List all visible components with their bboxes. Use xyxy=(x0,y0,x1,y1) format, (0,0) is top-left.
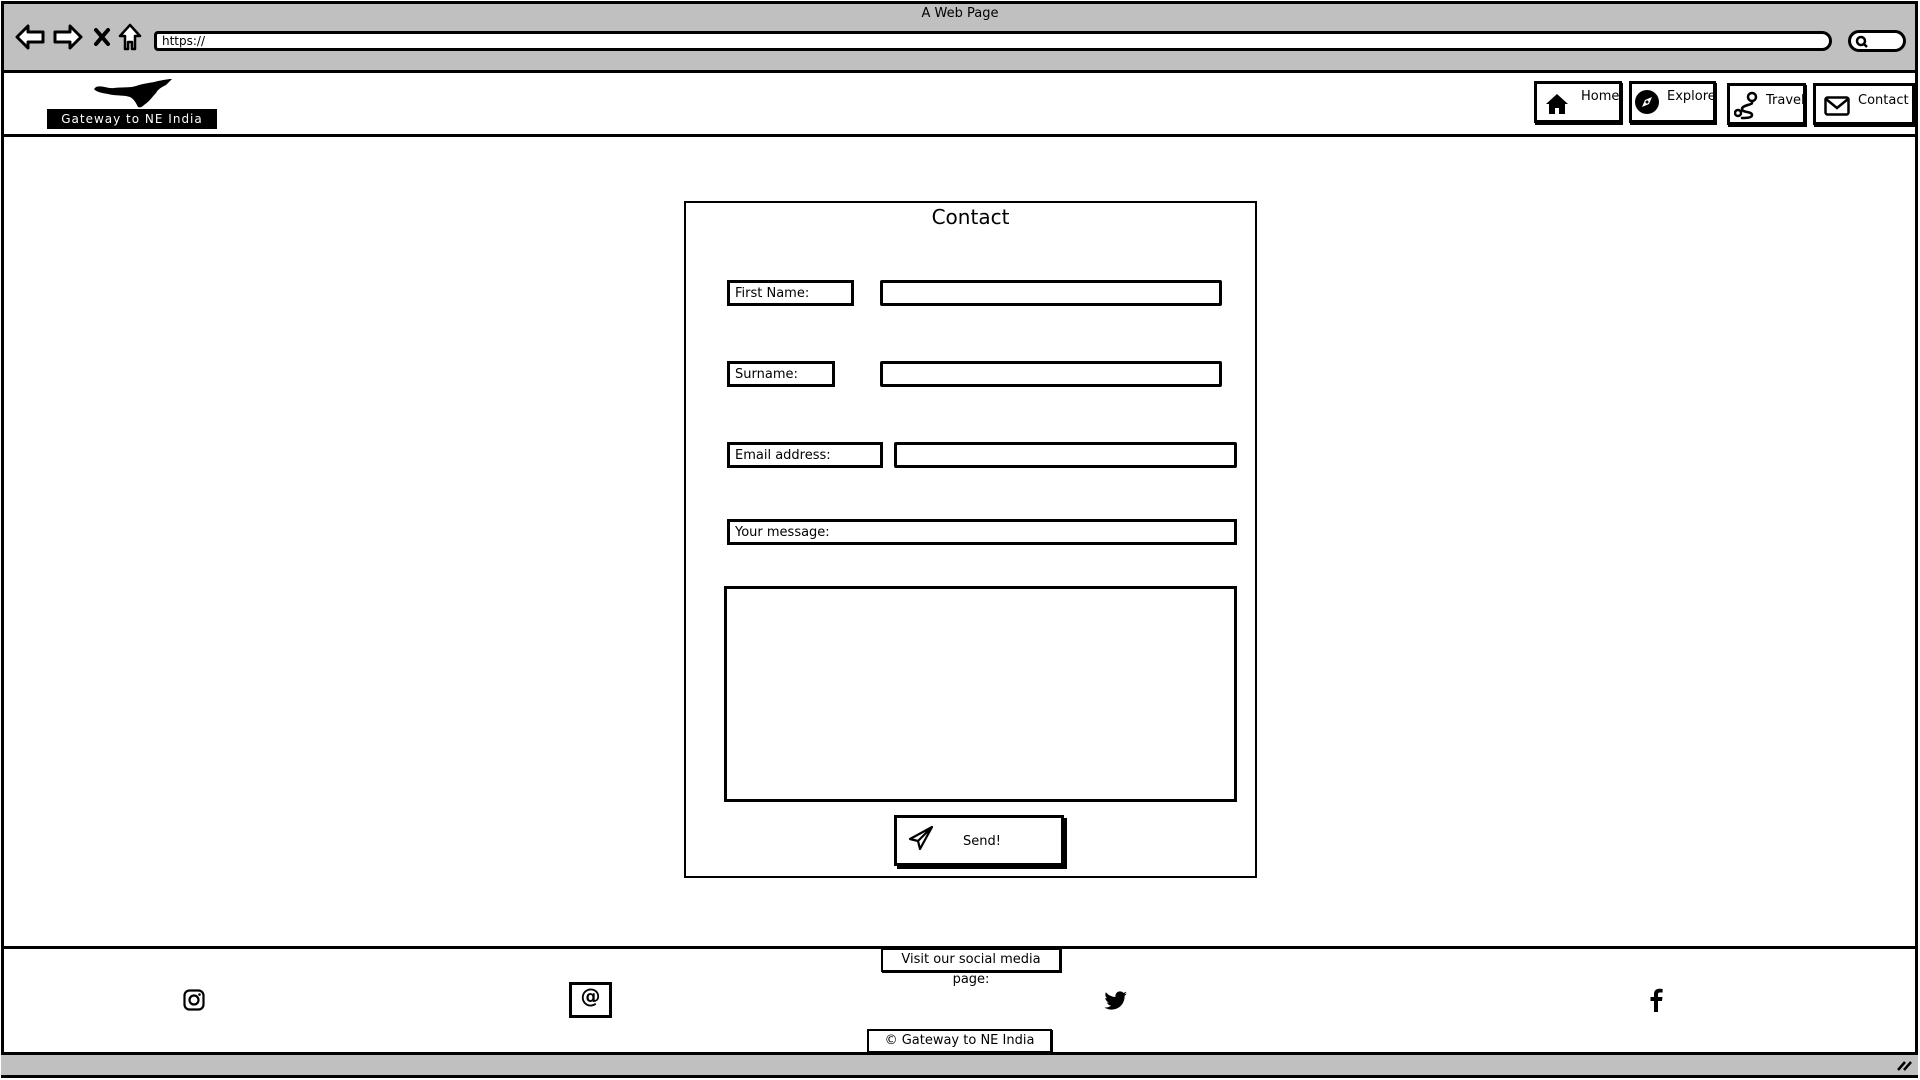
facebook-link[interactable] xyxy=(1648,988,1664,1016)
browser-search-button[interactable] xyxy=(1848,30,1906,52)
stop-icon xyxy=(94,28,110,46)
window-title: A Web Page xyxy=(921,6,999,21)
home-icon xyxy=(1546,94,1568,114)
back-button[interactable] xyxy=(14,22,46,52)
send-button[interactable]: Send! xyxy=(894,815,1064,866)
message-textarea[interactable] xyxy=(724,586,1237,802)
instagram-icon xyxy=(183,989,205,1011)
header-divider xyxy=(1,134,1918,137)
facebook-icon xyxy=(1650,988,1663,1012)
paper-plane-icon xyxy=(908,825,934,851)
compass-icon xyxy=(1635,90,1659,114)
search-icon xyxy=(1855,35,1868,48)
surname-label: Surname: xyxy=(727,361,835,387)
first-name-label: First Name: xyxy=(727,280,854,306)
nav-travel[interactable]: Travel xyxy=(1727,83,1806,125)
nav-contact[interactable]: Contact xyxy=(1813,83,1915,125)
send-label: Send! xyxy=(963,834,1001,849)
message-label: Your message: xyxy=(727,519,1237,545)
twitter-link[interactable] xyxy=(1104,990,1128,1016)
route-icon xyxy=(1734,91,1758,120)
stop-button[interactable] xyxy=(91,22,113,52)
envelope-icon xyxy=(1824,96,1850,116)
home-icon xyxy=(118,23,142,51)
back-arrow-icon xyxy=(15,24,45,50)
email-link[interactable]: @ xyxy=(569,982,612,1018)
forward-button[interactable] xyxy=(52,22,84,52)
instagram-link[interactable] xyxy=(183,989,205,1015)
email-label: Email address: xyxy=(727,442,883,468)
logo-map-icon xyxy=(94,79,172,108)
first-name-input[interactable] xyxy=(880,280,1222,306)
nav-explore[interactable]: Explore xyxy=(1629,81,1716,123)
email-input[interactable] xyxy=(894,442,1237,468)
forward-arrow-icon xyxy=(53,24,83,50)
twitter-icon xyxy=(1104,991,1127,1010)
form-title: Contact xyxy=(931,205,1010,229)
social-label: Visit our social media page: xyxy=(881,948,1061,987)
nav-home-label: Home xyxy=(1581,89,1620,104)
surname-input[interactable] xyxy=(880,361,1222,387)
url-text: https:// xyxy=(162,34,206,48)
url-bar[interactable]: https:// xyxy=(154,31,1832,51)
nav-explore-label: Explore xyxy=(1667,89,1716,104)
copyright-text: © Gateway to NE India 2024 xyxy=(867,1029,1052,1068)
nav-travel-label: Travel xyxy=(1766,93,1805,108)
email-at-icon: @ xyxy=(580,984,601,1008)
browser-status-bar xyxy=(1,1052,1918,1078)
site-logo[interactable]: Gateway to NE India xyxy=(47,109,217,129)
resize-grip-icon[interactable] xyxy=(1896,1059,1912,1075)
home-nav-button[interactable] xyxy=(117,22,143,52)
nav-contact-label: Contact xyxy=(1858,93,1909,108)
nav-home[interactable]: Home xyxy=(1534,81,1622,123)
